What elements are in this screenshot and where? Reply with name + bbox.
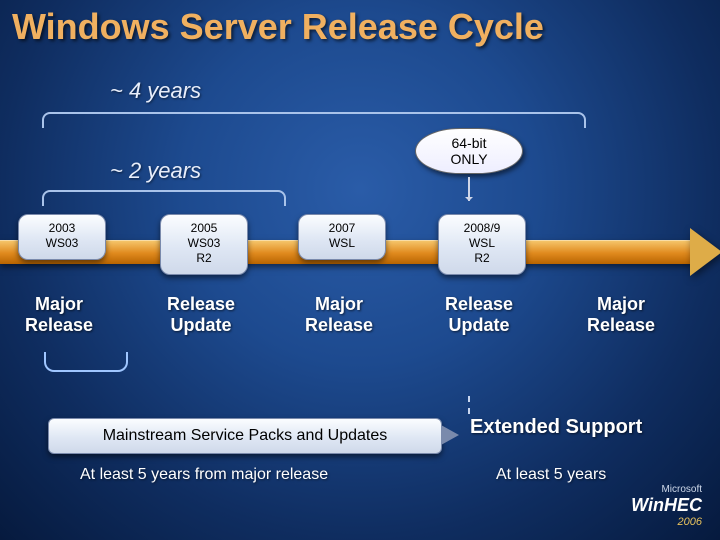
marker-chip: 2007 WSL bbox=[298, 214, 386, 260]
marker-prod: WSL bbox=[469, 236, 495, 250]
extended-subtitle: At least 5 years bbox=[496, 466, 606, 484]
brace-major-to-update bbox=[44, 352, 128, 372]
callout-line2: ONLY bbox=[450, 151, 487, 167]
span-4-years: ~ 4 years bbox=[110, 78, 201, 104]
logo-win: WinHEC bbox=[631, 495, 702, 516]
release-label-1: ReleaseUpdate bbox=[146, 294, 256, 335]
marker-year: 2008/9 bbox=[464, 221, 501, 235]
marker-prod: WS03 bbox=[188, 236, 221, 250]
marker-prod: WS03 bbox=[46, 236, 79, 250]
divider-dash bbox=[468, 396, 470, 414]
timeline-head-icon bbox=[690, 228, 720, 276]
release-label-0: MajorRelease bbox=[4, 294, 114, 335]
page-title: Windows Server Release Cycle bbox=[12, 6, 544, 48]
winhec-logo: Microsoft WinHEC 2006 bbox=[631, 484, 702, 528]
marker-2003: 2003 WS03 bbox=[18, 214, 96, 260]
extended-band: Extended Support bbox=[470, 416, 682, 439]
marker-chip: 2003 WS03 bbox=[18, 214, 106, 260]
callout-line1: 64-bit bbox=[451, 135, 486, 151]
marker-chip: 2005 WS03 R2 bbox=[160, 214, 248, 275]
marker-2005: 2005 WS03 R2 bbox=[160, 214, 238, 275]
mainstream-label: Mainstream Service Packs and Updates bbox=[103, 427, 388, 444]
release-label-3: ReleaseUpdate bbox=[424, 294, 534, 335]
marker-chip: 2008/9 WSL R2 bbox=[438, 214, 526, 275]
brace-4-years bbox=[42, 112, 586, 128]
release-label-4: MajorRelease bbox=[566, 294, 676, 335]
marker-year: 2003 bbox=[49, 221, 76, 235]
release-label-2: MajorRelease bbox=[284, 294, 394, 335]
marker-2007: 2007 WSL bbox=[298, 214, 376, 260]
callout-64bit: 64-bit ONLY bbox=[415, 128, 523, 174]
marker-2008-9: 2008/9 WSL R2 bbox=[438, 214, 516, 275]
brace-2-years bbox=[42, 190, 286, 206]
logo-ms: Microsoft bbox=[631, 484, 702, 495]
span-2-years: ~ 2 years bbox=[110, 158, 201, 184]
marker-year: 2005 bbox=[191, 221, 218, 235]
mainstream-subtitle: At least 5 years from major release bbox=[80, 466, 328, 484]
marker-extra: R2 bbox=[196, 251, 211, 265]
logo-year: 2006 bbox=[631, 516, 702, 528]
mainstream-band: Mainstream Service Packs and Updates bbox=[48, 418, 442, 454]
marker-extra: R2 bbox=[474, 251, 489, 265]
marker-prod: WSL bbox=[329, 236, 355, 250]
mainstream-arrow-icon bbox=[441, 426, 457, 444]
marker-year: 2007 bbox=[329, 221, 356, 235]
